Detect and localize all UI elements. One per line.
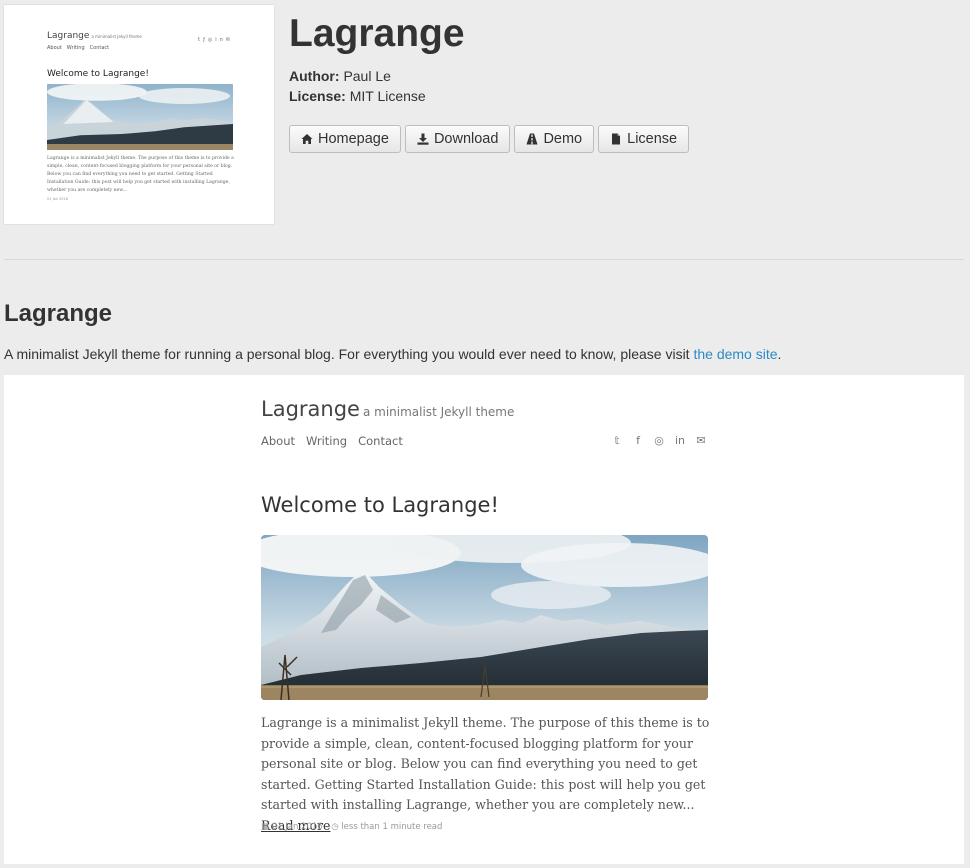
home-icon bbox=[301, 134, 313, 144]
thumbnail-site-mockup: Lagrange a minimalist Jekyll theme About W… bbox=[47, 23, 235, 201]
description-period: . bbox=[777, 346, 782, 362]
download-button[interactable]: Download bbox=[404, 125, 511, 153]
preview-excerpt-text: Lagrange is a minimalist Jekyll theme. T… bbox=[261, 715, 710, 812]
demo-button-label: Demo bbox=[543, 131, 583, 147]
demo-site-link[interactable]: the demo site bbox=[693, 346, 777, 362]
envelope-icon[interactable]: ✉ bbox=[695, 434, 707, 447]
twitter-icon[interactable]: 𝕥 bbox=[611, 434, 623, 447]
theme-meta: Author: Paul Le License: MIT License bbox=[289, 66, 426, 106]
preview-post-excerpt: Lagrange is a minimalist Jekyll theme. T… bbox=[261, 713, 713, 836]
preview-mountain-image bbox=[261, 535, 708, 700]
preview-site-header: Lagrange a minimalist Jekyll theme bbox=[261, 397, 514, 421]
linkedin-icon[interactable]: in bbox=[674, 434, 686, 447]
calendar-icon: ▦ bbox=[261, 822, 270, 832]
homepage-button[interactable]: Homepage bbox=[289, 125, 401, 153]
preview-nav-writing[interactable]: Writing bbox=[306, 434, 347, 448]
preview-nav-contact[interactable]: Contact bbox=[358, 434, 403, 448]
thumbnail-nav-writing: Writing bbox=[66, 45, 85, 51]
demo-button[interactable]: Demo bbox=[514, 125, 595, 153]
license-name: MIT License bbox=[349, 88, 426, 104]
license-button[interactable]: License bbox=[598, 125, 690, 153]
preview-post-meta: ▦ 01 Jan 2016 - ◷ less than 1 minute rea… bbox=[261, 822, 442, 832]
preview-social-icons: 𝕥 f ◎ in ✉ bbox=[611, 434, 707, 447]
thumbnail-nav: About Writing Contact bbox=[47, 45, 235, 51]
thumbnail-site-title: Lagrange bbox=[47, 31, 90, 41]
meta-separator: - bbox=[325, 822, 329, 832]
facebook-icon[interactable]: f bbox=[632, 434, 644, 447]
thumbnail-excerpt: Lagrange is a minimalist Jekyll theme. T… bbox=[47, 156, 234, 193]
post-date: 01 Jan 2016 bbox=[271, 822, 323, 832]
download-icon bbox=[417, 133, 429, 145]
license-button-label: License bbox=[627, 131, 678, 147]
description-text: A minimalist Jekyll theme for running a … bbox=[4, 346, 694, 362]
license-line: License: MIT License bbox=[289, 86, 426, 106]
thumbnail-post-meta: 01 Jan 2016 bbox=[47, 197, 68, 201]
download-button-label: Download bbox=[433, 131, 499, 147]
file-icon bbox=[612, 133, 621, 145]
thumbnail-mountain-image bbox=[47, 84, 233, 150]
theme-title: Lagrange bbox=[289, 12, 465, 55]
clock-icon: ◷ bbox=[331, 822, 339, 832]
thumbnail-social-icons: 𝕥ƒ◎in✉ bbox=[197, 37, 233, 43]
author-name: Paul Le bbox=[343, 68, 391, 84]
instagram-icon[interactable]: ◎ bbox=[653, 434, 665, 447]
thumbnail-nav-about: About bbox=[47, 45, 62, 51]
preview-site-title[interactable]: Lagrange bbox=[261, 397, 360, 421]
theme-description: A minimalist Jekyll theme for running a … bbox=[4, 346, 781, 362]
section-title: Lagrange bbox=[4, 300, 113, 327]
section-divider bbox=[4, 259, 964, 260]
homepage-button-label: Homepage bbox=[318, 131, 389, 147]
theme-preview-screenshot: Lagrange a minimalist Jekyll theme About … bbox=[4, 375, 964, 864]
read-time: less than 1 minute read bbox=[341, 822, 443, 832]
preview-nav: About Writing Contact bbox=[261, 434, 403, 448]
thumbnail-nav-contact: Contact bbox=[89, 45, 110, 51]
author-line: Author: Paul Le bbox=[289, 66, 426, 86]
road-icon bbox=[526, 133, 538, 145]
thumbnail-post-title: Welcome to Lagrange! bbox=[47, 69, 149, 79]
theme-thumbnail[interactable]: Lagrange a minimalist Jekyll theme About W… bbox=[4, 5, 274, 224]
preview-nav-about[interactable]: About bbox=[261, 434, 295, 448]
preview-site-tagline: a minimalist Jekyll theme bbox=[362, 405, 515, 419]
action-buttons: Homepage Download Demo License bbox=[289, 125, 690, 153]
thumbnail-site-tagline: a minimalist Jekyll theme bbox=[91, 34, 142, 39]
license-label: License: bbox=[289, 88, 346, 104]
preview-post-title[interactable]: Welcome to Lagrange! bbox=[261, 493, 499, 517]
author-label: Author: bbox=[289, 68, 340, 84]
